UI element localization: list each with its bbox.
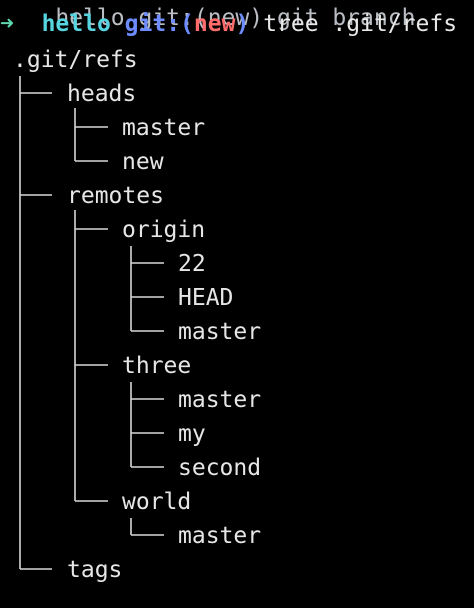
terminal-window[interactable]: hello git:(new) git branch ➜ hello git:(…: [0, 0, 474, 608]
tree-guides: [19, 76, 164, 570]
